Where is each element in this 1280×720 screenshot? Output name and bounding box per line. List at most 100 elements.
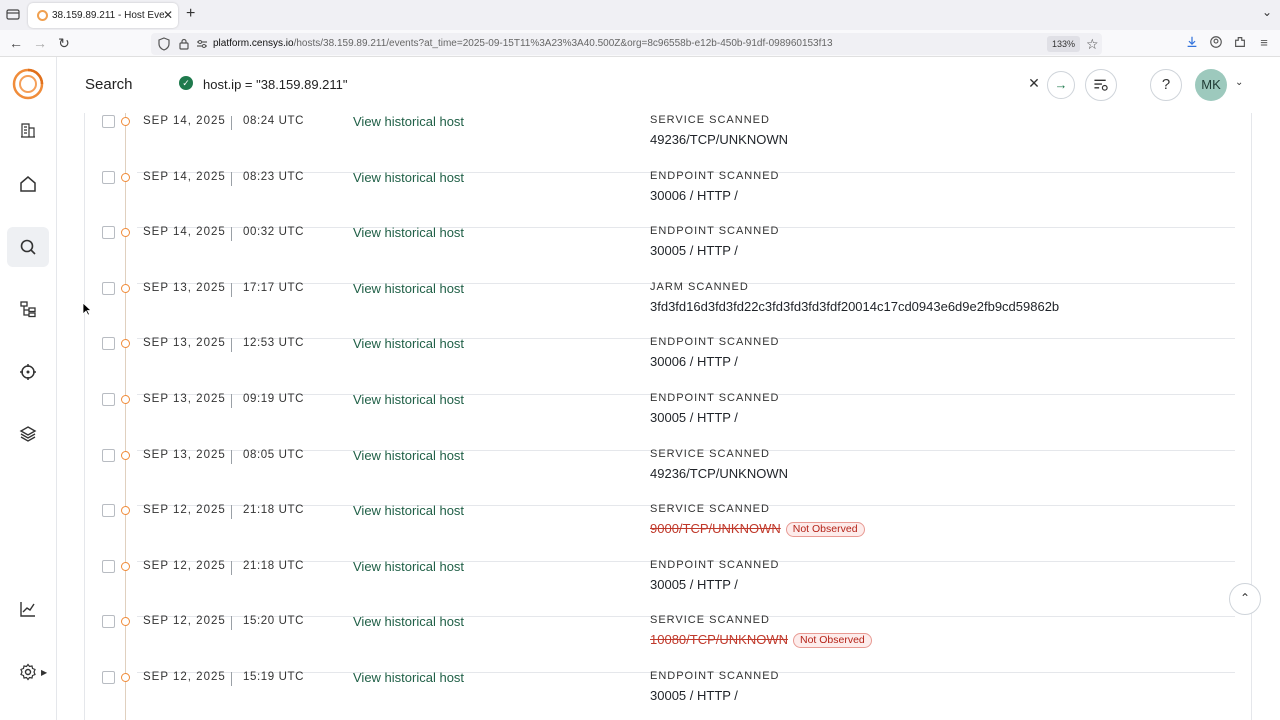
event-type: ENDPOINT SCANNED	[650, 225, 780, 238]
view-historical-host-link[interactable]: View historical host	[353, 225, 464, 240]
mouse-cursor-icon	[82, 302, 92, 316]
event-type: SERVICE SCANNED	[650, 114, 770, 126]
view-historical-host-link[interactable]: View historical host	[353, 336, 464, 351]
reload-icon[interactable]: ↻	[56, 35, 72, 51]
view-historical-host-link[interactable]: View historical host	[353, 392, 464, 407]
date-time-separator	[231, 227, 232, 242]
view-historical-host-link[interactable]: View historical host	[353, 559, 464, 574]
event-value: 30005 / HTTP /	[650, 577, 738, 592]
search-header: Search ✓ host.ip = "38.159.89.211" ✕ → ?…	[57, 57, 1280, 113]
event-checkbox[interactable]	[102, 115, 115, 128]
tab-close-icon[interactable]: ✕	[163, 8, 175, 22]
event-date: SEP 12, 2025	[143, 559, 226, 572]
event-date: SEP 14, 2025	[143, 115, 226, 127]
layers-icon[interactable]	[7, 414, 49, 454]
event-date: SEP 13, 2025	[143, 337, 226, 350]
date-time-separator	[231, 171, 232, 186]
timeline-dot-icon	[121, 228, 130, 238]
clear-search-icon[interactable]: ✕	[1027, 75, 1041, 92]
event-value: 3fd3fd16d3fd3fd22c3fd3fd3fd3fdf20014c17c…	[650, 299, 1059, 314]
date-time-separator	[231, 394, 232, 408]
url-text[interactable]: platform.censys.io/hosts/38.159.89.211/e…	[213, 38, 833, 49]
event-checkbox[interactable]	[102, 170, 115, 184]
event-time: 00:32 UTC	[243, 226, 305, 239]
event-type: ENDPOINT SCANNED	[650, 336, 780, 349]
not-observed-badge: Not Observed	[785, 522, 865, 538]
hierarchy-icon[interactable]	[7, 289, 49, 329]
event-checkbox[interactable]	[102, 226, 115, 240]
view-historical-host-link[interactable]: View historical host	[353, 114, 464, 129]
event-value-text: 49236/TCP/UNKNOWN	[650, 465, 788, 481]
event-value: 30005 / HTTP /	[650, 410, 738, 425]
event-type: SERVICE SCANNED	[650, 614, 770, 627]
sidebar-expand-caret-icon[interactable]: ▶	[41, 668, 47, 677]
building-icon[interactable]	[7, 110, 49, 150]
event-checkbox[interactable]	[102, 559, 115, 573]
home-icon[interactable]	[7, 164, 49, 204]
search-icon[interactable]	[7, 227, 49, 267]
event-row: SEP 12, 2025 15:20 UTC View historical hos…	[57, 614, 1280, 673]
shield-icon[interactable]	[157, 37, 171, 51]
view-historical-host-link[interactable]: View historical host	[353, 448, 464, 463]
bookmark-star-icon[interactable]: ☆	[1086, 36, 1099, 53]
event-checkbox[interactable]	[102, 448, 115, 462]
forward-arrow-icon[interactable]: →	[32, 35, 48, 51]
view-historical-host-link[interactable]: View historical host	[353, 170, 464, 185]
date-time-separator	[231, 338, 232, 353]
lock-icon[interactable]	[177, 37, 191, 51]
downloads-icon[interactable]	[1184, 35, 1200, 51]
event-date: SEP 12, 2025	[143, 671, 226, 683]
date-time-separator	[231, 505, 232, 520]
view-historical-host-link[interactable]: View historical host	[353, 503, 464, 518]
event-value: 49236/TCP/UNKNOWN	[650, 466, 788, 481]
view-historical-host-link[interactable]: View historical host	[353, 281, 464, 296]
crosshair-icon[interactable]	[7, 352, 49, 392]
menu-hamburger-icon[interactable]: ≡	[1256, 35, 1272, 51]
tab-overflow-chevron-icon[interactable]: ⌄	[1262, 5, 1272, 19]
extensions-icon[interactable]	[1232, 35, 1248, 51]
event-time: 21:18 UTC	[243, 504, 305, 517]
timeline-dot-icon	[121, 561, 130, 571]
zoom-level-badge[interactable]: 133%	[1047, 36, 1081, 52]
account-menu-chevron-icon[interactable]: ⌄	[1235, 77, 1243, 88]
view-historical-host-link[interactable]: View historical host	[353, 614, 464, 629]
search-input[interactable]: ✓ host.ip = "38.159.89.211" ✕ →	[169, 68, 1139, 102]
event-checkbox[interactable]	[102, 615, 115, 629]
event-value-text: 30005 / HTTP /	[650, 243, 738, 259]
event-time: 08:23 UTC	[243, 170, 305, 183]
timeline-dot-icon	[121, 339, 130, 349]
event-checkbox[interactable]	[102, 337, 115, 351]
event-checkbox[interactable]	[102, 504, 115, 518]
help-button[interactable]: ?	[1150, 69, 1182, 101]
view-historical-host-link[interactable]: View historical host	[353, 670, 464, 685]
submit-search-button[interactable]: →	[1047, 71, 1075, 99]
chart-icon[interactable]	[7, 589, 49, 629]
event-checkbox[interactable]	[102, 393, 115, 406]
back-arrow-icon[interactable]: ←	[8, 35, 24, 51]
tab-list-icon[interactable]	[6, 7, 20, 21]
event-checkbox[interactable]	[102, 281, 115, 295]
event-type: JARM SCANNED	[650, 280, 749, 293]
event-value: 30005 / HTTP /	[650, 688, 738, 703]
search-query-text[interactable]: host.ip = "38.159.89.211"	[203, 77, 348, 92]
scroll-to-top-button[interactable]: ⌃	[1229, 583, 1261, 615]
censys-logo-icon[interactable]	[12, 68, 44, 100]
host-event-history: SEP 14, 2025 08:24 UTC View historical hos…	[57, 113, 1280, 720]
query-options-button[interactable]	[1085, 69, 1117, 101]
url-bar[interactable]: platform.censys.io/hosts/38.159.89.211/e…	[151, 33, 1102, 55]
event-time: 17:17 UTC	[243, 281, 305, 294]
event-type: ENDPOINT SCANNED	[650, 558, 780, 571]
account-icon[interactable]	[1208, 35, 1224, 51]
event-value-text: 10080/TCP/UNKNOWN	[650, 632, 788, 648]
date-time-separator	[231, 616, 232, 631]
browser-tab-active[interactable]: 38.159.89.211 - Host Event Hist ✕	[28, 3, 178, 28]
user-avatar[interactable]: MK	[1195, 69, 1227, 101]
new-tab-button[interactable]: +	[186, 5, 200, 23]
event-time: 15:20 UTC	[243, 615, 305, 628]
event-row: SEP 13, 2025 17:17 UTC View historical hos…	[57, 280, 1280, 340]
event-value-text: 30005 / HTTP /	[650, 688, 738, 703]
timeline-dot-icon	[121, 283, 130, 293]
event-checkbox[interactable]	[102, 671, 115, 684]
date-time-separator	[231, 672, 232, 686]
site-permissions-icon[interactable]	[195, 37, 209, 51]
